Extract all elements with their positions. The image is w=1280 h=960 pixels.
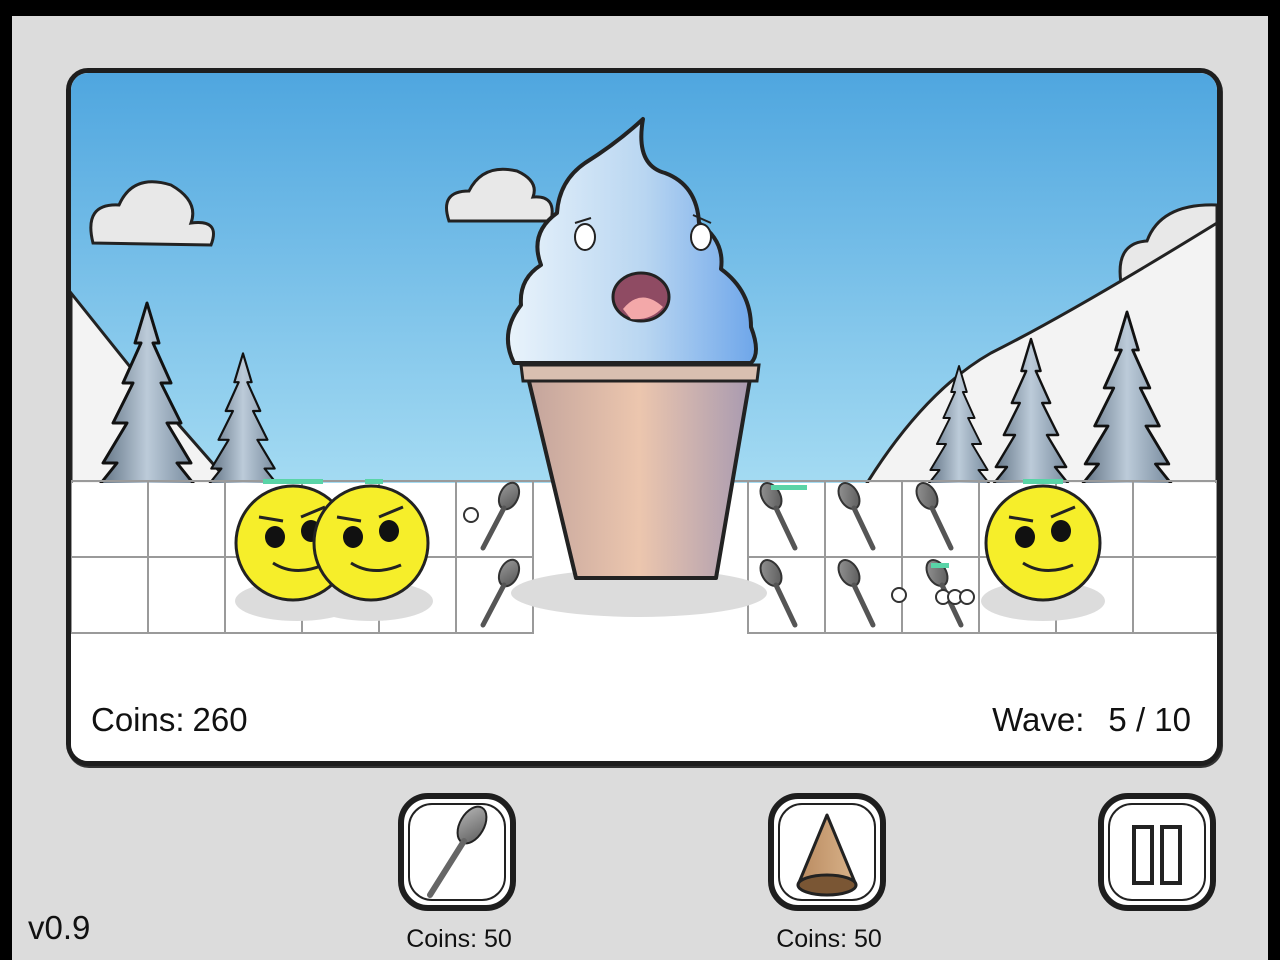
spoon-icon <box>427 805 488 898</box>
wave-counter: Wave: 5 / 10 <box>992 703 1191 736</box>
pause-icon <box>1132 825 1182 885</box>
enemy-health-bar <box>1023 479 1063 484</box>
enemy-health-bar <box>365 479 383 484</box>
health-bar <box>771 485 807 490</box>
buy-cone-button[interactable] <box>768 793 886 911</box>
coins-label: Coins: <box>91 701 185 738</box>
version-label: v0.9 <box>28 909 91 946</box>
projectile <box>959 589 975 605</box>
wave-value: 5 / 10 <box>1108 701 1191 738</box>
spoon-cost: Coins: 50 <box>406 925 512 953</box>
coins-value: 260 <box>192 701 248 738</box>
game-screen: Coins: 260 Wave: 5 / 10 Coins: 50 Coins: 5… <box>12 16 1268 960</box>
coins-counter: Coins: 260 <box>91 703 248 736</box>
game-scene[interactable] <box>71 73 1217 761</box>
pause-button[interactable] <box>1098 793 1216 911</box>
wave-label: Wave: <box>992 701 1085 738</box>
buy-spoon-button[interactable] <box>398 793 516 911</box>
cone-cost: Coins: 50 <box>776 925 882 953</box>
health-bar <box>931 563 949 568</box>
enemy-health-bar <box>263 479 323 484</box>
cone-icon <box>796 813 858 897</box>
projectile <box>463 507 479 523</box>
game-viewport: Coins: 260 Wave: 5 / 10 <box>66 68 1222 766</box>
projectile <box>891 587 907 603</box>
